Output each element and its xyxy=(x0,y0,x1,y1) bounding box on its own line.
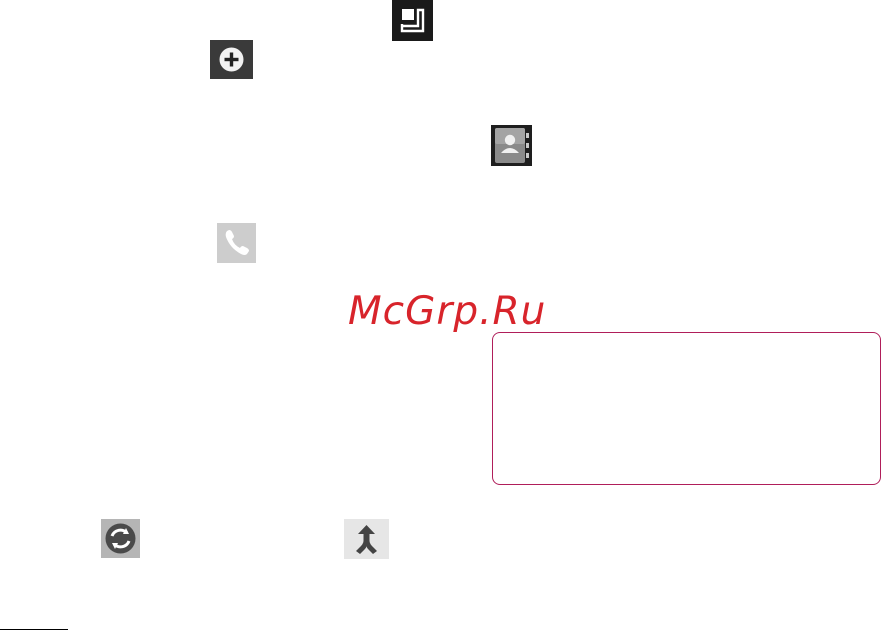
merge-icon xyxy=(344,519,389,559)
note-box xyxy=(492,332,881,485)
widget-icon xyxy=(392,0,433,41)
add-icon xyxy=(210,40,253,79)
sync-icon xyxy=(101,519,140,558)
phone-icon xyxy=(217,223,256,263)
watermark-text: McGrp.Ru xyxy=(348,289,547,334)
contacts-icon xyxy=(491,125,532,166)
